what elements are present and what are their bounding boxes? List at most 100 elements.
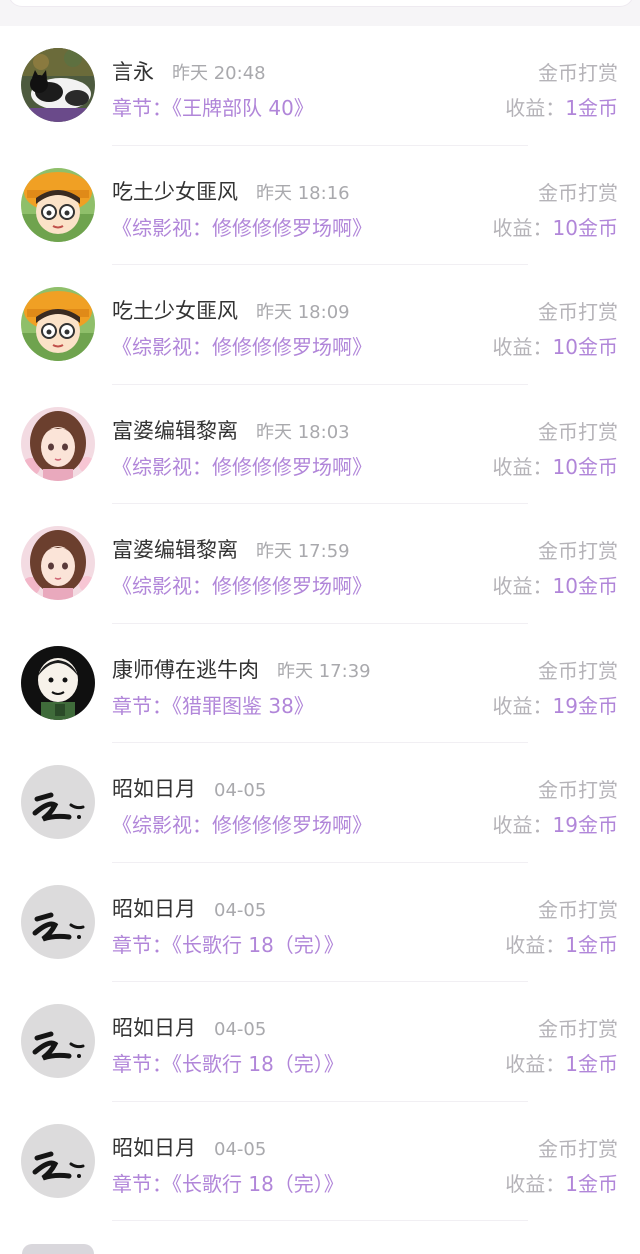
income: 收益：10金币 bbox=[493, 331, 618, 360]
income-amount: 10金币 bbox=[552, 215, 618, 240]
calligraphy-avatar-icon bbox=[21, 765, 95, 839]
income-label: 收益： bbox=[492, 454, 553, 479]
user-name-row: 富婆编辑黎离 昨天 18:03 bbox=[112, 415, 350, 445]
calligraphy-avatar-icon bbox=[21, 1123, 95, 1198]
income-amount: 10金币 bbox=[552, 454, 618, 479]
chapter-link[interactable]: 《综影视：修修修修罗场啊》 bbox=[112, 331, 372, 360]
avatar[interactable] bbox=[21, 645, 95, 720]
list-item[interactable]: 富婆编辑黎离 昨天 18:03 金币打赏 《综影视：修修修修罗场啊》 收益：10… bbox=[0, 385, 640, 504]
avatar[interactable] bbox=[21, 48, 95, 122]
calligraphy-avatar-icon bbox=[21, 884, 95, 959]
cartoon-boy-avatar-icon bbox=[21, 645, 95, 720]
top-bar bbox=[0, 0, 640, 26]
income-amount: 1金币 bbox=[565, 1052, 618, 1076]
income: 收益：1金币 bbox=[505, 929, 618, 958]
avatar[interactable] bbox=[21, 526, 95, 600]
user-name[interactable]: 言永 bbox=[112, 56, 154, 86]
income-label: 收益： bbox=[505, 1052, 566, 1076]
reward-type: 金币打赏 bbox=[538, 1017, 618, 1041]
user-name-row: 昭如日月 04-05 bbox=[112, 773, 266, 803]
chapter-link[interactable]: 章节：《猎罪图鉴 38》 bbox=[112, 690, 314, 719]
income: 收益：1金币 bbox=[505, 1048, 618, 1077]
chapter-link[interactable]: 《综影视：修修修修罗场啊》 bbox=[112, 809, 372, 838]
income-label: 收益： bbox=[492, 813, 553, 837]
reward-type: 金币打赏 bbox=[538, 180, 618, 205]
anime-girl-avatar-icon bbox=[21, 406, 95, 481]
income-amount: 10金币 bbox=[552, 574, 618, 598]
next-item-avatar-peek bbox=[22, 1244, 94, 1254]
user-name-row: 富婆编辑黎离 昨天 17:59 bbox=[112, 534, 350, 564]
user-name-row: 昭如日月 04-05 bbox=[112, 893, 266, 923]
user-name[interactable]: 康师傅在逃牛肉 bbox=[112, 654, 259, 684]
reward-type: 金币打赏 bbox=[538, 897, 618, 922]
avatar[interactable] bbox=[21, 167, 95, 242]
search-bar[interactable] bbox=[8, 0, 634, 7]
income-amount: 10金币 bbox=[552, 335, 618, 359]
income: 收益：19金币 bbox=[493, 809, 618, 838]
list-item[interactable]: 康师傅在逃牛肉 昨天 17:39 金币打赏 章节：《猎罪图鉴 38》 收益：19… bbox=[0, 624, 640, 743]
chapter-link[interactable]: 《综影视：修修修修罗场啊》 bbox=[112, 451, 372, 480]
avatar[interactable] bbox=[21, 406, 95, 481]
timestamp: 昨天 17:59 bbox=[256, 541, 350, 562]
chapter-link[interactable]: 章节：《长歌行 18（完）》 bbox=[112, 1168, 344, 1197]
income-label: 收益： bbox=[505, 932, 566, 957]
list-item[interactable]: 昭如日月 04-05 金币打赏 章节：《长歌行 18（完）》 收益：1金币 bbox=[0, 863, 640, 982]
chapter-link[interactable]: 《综影视：修修修修罗场啊》 bbox=[112, 212, 372, 241]
user-name-row: 言永 昨天 20:48 bbox=[112, 56, 266, 86]
user-name[interactable]: 富婆编辑黎离 bbox=[112, 415, 238, 445]
reward-type: 金币打赏 bbox=[538, 658, 618, 683]
income-label: 收益： bbox=[492, 574, 553, 598]
income-label: 收益： bbox=[492, 335, 553, 359]
list-item[interactable]: 吃土少女匪风 昨天 18:09 金币打赏 《综影视：修修修修罗场啊》 收益：10… bbox=[0, 265, 640, 385]
list-item[interactable]: 昭如日月 04-05 金币打赏 章节：《长歌行 18（完）》 收益：1金币 bbox=[0, 982, 640, 1102]
list-item[interactable]: 言永 昨天 20:48 金币打赏 章节：《王牌部队 40》 收益：1金币 bbox=[0, 26, 640, 146]
timestamp: 昨天 18:16 bbox=[256, 182, 350, 204]
list-item[interactable]: 富婆编辑黎离 昨天 17:59 金币打赏 《综影视：修修修修罗场啊》 收益：10… bbox=[0, 504, 640, 624]
avatar[interactable] bbox=[21, 884, 95, 959]
timestamp: 04-05 bbox=[214, 1138, 267, 1160]
chapter-link[interactable]: 《综影视：修修修修罗场啊》 bbox=[112, 570, 372, 599]
list-item[interactable]: 昭如日月 04-05 金币打赏 章节：《长歌行 18（完）》 收益：1金币 bbox=[0, 1102, 640, 1221]
income: 收益：10金币 bbox=[493, 212, 618, 241]
reward-type: 金币打赏 bbox=[538, 419, 618, 444]
chapter-link[interactable]: 章节：《长歌行 18（完）》 bbox=[112, 1048, 344, 1077]
user-name-row: 吃土少女匪风 昨天 18:16 bbox=[112, 176, 350, 206]
list-item[interactable]: 昭如日月 04-05 金币打赏 《综影视：修修修修罗场啊》 收益：19金币 bbox=[0, 743, 640, 863]
chapter-link[interactable]: 章节：《王牌部队 40》 bbox=[112, 92, 314, 121]
income: 收益：19金币 bbox=[493, 690, 618, 719]
avatar[interactable] bbox=[21, 287, 95, 361]
user-name-row: 吃土少女匪风 昨天 18:09 bbox=[112, 295, 350, 325]
reward-type: 金币打赏 bbox=[538, 61, 618, 85]
income-amount: 19金币 bbox=[552, 813, 618, 837]
income: 收益：10金币 bbox=[493, 570, 618, 599]
user-name[interactable]: 昭如日月 bbox=[112, 893, 196, 923]
income-label: 收益： bbox=[492, 215, 553, 240]
user-name[interactable]: 昭如日月 bbox=[112, 1012, 196, 1042]
glasses-girl-avatar-icon bbox=[21, 167, 95, 242]
timestamp: 04-05 bbox=[214, 899, 267, 921]
income-amount: 19金币 bbox=[552, 693, 618, 718]
income-label: 收益： bbox=[505, 1171, 566, 1196]
user-name[interactable]: 昭如日月 bbox=[112, 1132, 196, 1162]
avatar[interactable] bbox=[21, 765, 95, 839]
income-amount: 1金币 bbox=[565, 96, 618, 120]
list-item[interactable]: 吃土少女匪风 昨天 18:16 金币打赏 《综影视：修修修修罗场啊》 收益：10… bbox=[0, 146, 640, 265]
reward-type: 金币打赏 bbox=[538, 1136, 618, 1161]
user-name-row: 昭如日月 04-05 bbox=[112, 1132, 266, 1162]
user-name[interactable]: 吃土少女匪风 bbox=[112, 176, 238, 206]
reward-type: 金币打赏 bbox=[538, 300, 618, 324]
user-name[interactable]: 富婆编辑黎离 bbox=[112, 534, 238, 564]
income-label: 收益： bbox=[492, 693, 553, 718]
avatar[interactable] bbox=[21, 1123, 95, 1198]
chapter-link[interactable]: 章节：《长歌行 18（完）》 bbox=[112, 929, 344, 958]
timestamp: 昨天 20:48 bbox=[172, 63, 266, 84]
income-amount: 1金币 bbox=[565, 1171, 618, 1196]
income-label: 收益： bbox=[505, 96, 566, 120]
user-name[interactable]: 昭如日月 bbox=[112, 773, 196, 803]
reward-type: 金币打赏 bbox=[538, 778, 618, 802]
timestamp: 04-05 bbox=[214, 1019, 267, 1040]
timestamp: 昨天 18:03 bbox=[256, 421, 350, 443]
income-amount: 1金币 bbox=[565, 932, 618, 957]
user-name[interactable]: 吃土少女匪风 bbox=[112, 295, 238, 325]
avatar[interactable] bbox=[21, 1004, 95, 1078]
